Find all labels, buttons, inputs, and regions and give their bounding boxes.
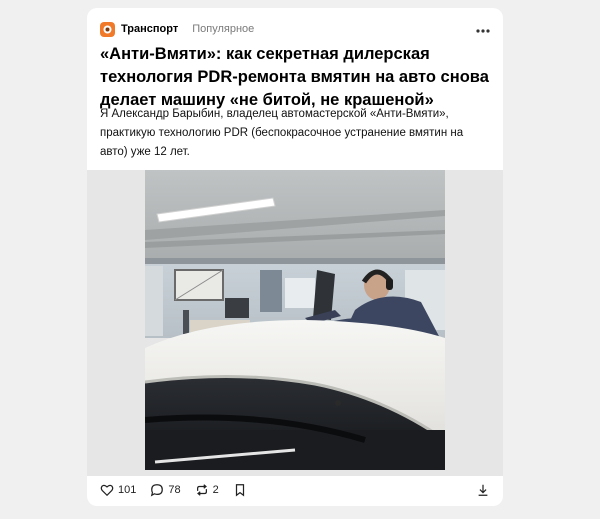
bookmark-button[interactable] [233,483,247,497]
channel-tag[interactable]: Популярное [192,23,254,35]
more-dots-icon[interactable] [476,24,490,34]
post-media[interactable] [87,170,503,476]
channel-name[interactable]: Транспорт [121,23,178,35]
post-card: Транспорт Популярное «Анти-Вмяти»: как с… [87,8,503,506]
bookmark-icon [235,484,244,497]
repost-button[interactable]: 2 [195,483,219,497]
repost-count: 2 [212,484,219,496]
post-header: Транспорт Популярное [100,18,490,40]
post-title[interactable]: «Анти-Вмяти»: как секретная дилерская те… [100,43,490,112]
heart-icon [100,484,114,497]
like-count: 101 [118,484,137,496]
comment-icon [151,484,164,497]
comment-button[interactable]: 78 [150,483,181,497]
channel-logo-icon[interactable] [100,21,115,37]
save-button[interactable] [476,483,490,497]
post-lead: Я Александр Барыбин, владелец автомастер… [100,108,464,158]
post-actions: 101 78 2 [100,481,490,499]
comment-count: 78 [168,484,181,496]
like-button[interactable]: 101 [100,483,136,497]
download-icon [478,484,488,496]
photo-mechanic-pdr-repair[interactable] [145,170,445,470]
repost-icon [196,484,207,496]
